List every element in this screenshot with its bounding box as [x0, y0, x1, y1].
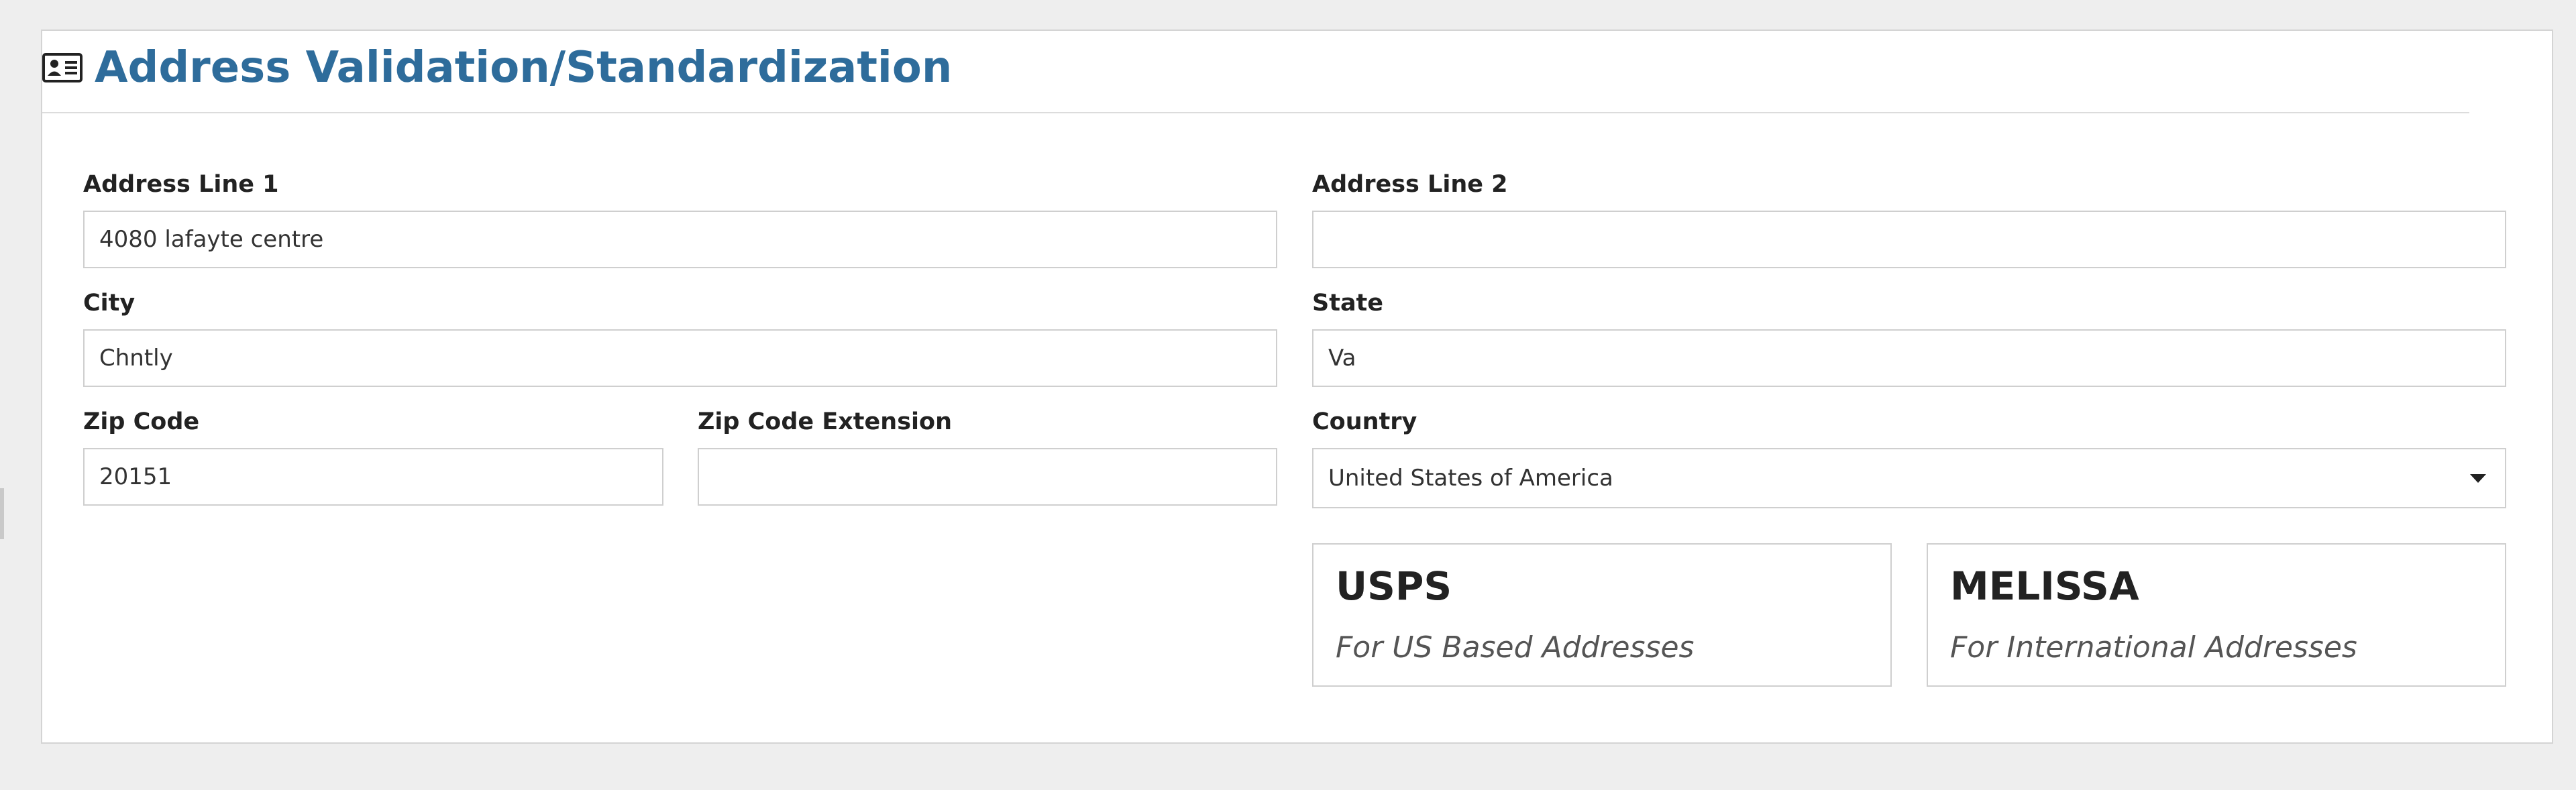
- zip-extension-input[interactable]: [698, 448, 1277, 506]
- state-input[interactable]: [1312, 329, 2506, 387]
- side-edge-tab[interactable]: [0, 488, 4, 539]
- address-line2-input[interactable]: [1312, 211, 2506, 268]
- country-label: Country: [1312, 408, 1417, 435]
- panel-header: Address Validation/Standardization: [42, 38, 952, 98]
- address-line1-input[interactable]: [83, 211, 1277, 268]
- address-card-icon: [42, 53, 83, 82]
- zip-code-input[interactable]: [83, 448, 663, 506]
- page-title: Address Validation/Standardization: [95, 43, 953, 93]
- zip-extension-label: Zip Code Extension: [698, 408, 952, 435]
- zip-code-label: Zip Code: [83, 408, 200, 435]
- address-line1-label: Address Line 1: [83, 171, 279, 198]
- usps-service-card[interactable]: USPS For US Based Addresses: [1312, 543, 1892, 687]
- usps-service-name: USPS: [1336, 563, 1452, 609]
- melissa-service-name: MELISSA: [1950, 563, 2139, 609]
- melissa-service-description: For International Addresses: [1950, 630, 2357, 665]
- melissa-service-card[interactable]: MELISSA For International Addresses: [1927, 543, 2506, 687]
- state-label: State: [1312, 290, 1384, 317]
- usps-service-description: For US Based Addresses: [1336, 630, 1695, 665]
- country-select-value: United States of America: [1328, 465, 1613, 492]
- city-label: City: [83, 290, 136, 317]
- city-input[interactable]: [83, 329, 1277, 387]
- address-line2-label: Address Line 2: [1312, 171, 1508, 198]
- chevron-down-icon: [2470, 473, 2486, 483]
- country-select[interactable]: United States of America: [1312, 448, 2506, 508]
- header-divider: [42, 112, 2469, 113]
